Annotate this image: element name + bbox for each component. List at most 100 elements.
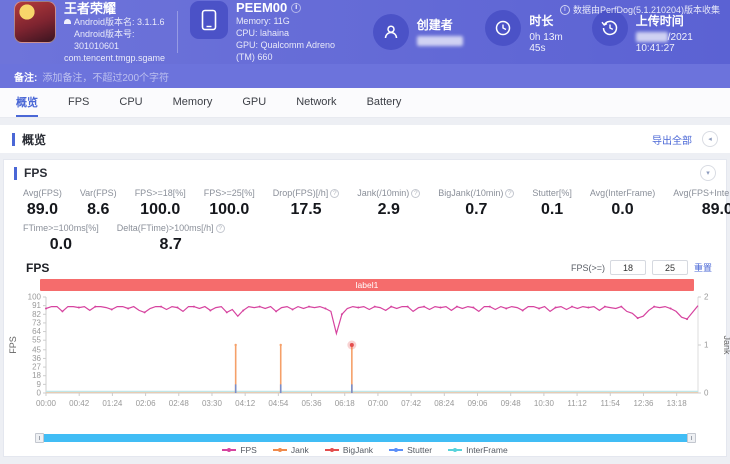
stat-value: 17.5 <box>290 201 322 218</box>
stat-value: 0.0 <box>611 201 634 218</box>
svg-text:01:24: 01:24 <box>102 399 123 408</box>
android-version-code: Android版本号: 301010601 <box>74 28 135 51</box>
user-icon <box>372 14 409 50</box>
fps-panel-title: FPS <box>24 166 48 180</box>
note-label: 备注: <box>14 72 38 84</box>
legend-fps[interactable]: FPS <box>222 445 257 455</box>
svg-text:64: 64 <box>32 327 41 336</box>
stat-label: Stutter[%] <box>532 188 572 198</box>
duration-label: 时长 <box>529 14 554 28</box>
svg-text:2: 2 <box>704 293 709 302</box>
device-info-icon[interactable]: i <box>291 3 302 13</box>
duration-value: 0h 13m 45s <box>529 32 563 54</box>
collapse-left-button[interactable]: ◂ <box>702 131 718 147</box>
fps-threshold-input-2[interactable] <box>651 260 688 275</box>
tab-概览[interactable]: 概览 <box>16 88 38 117</box>
stat-label: FPS>=25[%] <box>203 188 255 198</box>
help-icon[interactable]: ? <box>215 223 225 233</box>
fps-stats-row-1: Avg(FPS) 89.0 Var(FPS) 8.6 FPS>=18[%] 100.0 FP… <box>4 186 730 219</box>
tab-cpu[interactable]: CPU <box>119 88 142 117</box>
legend-label: Jank <box>290 445 309 455</box>
source-note-text: 数据由PerfDog(5.1.210204)版本收集 <box>572 5 720 15</box>
stat-label: Avg(FPS) <box>23 188 62 198</box>
stat-label: FTime>=100ms[%] <box>23 223 99 233</box>
svg-text:05:36: 05:36 <box>302 399 323 408</box>
legend-marker-icon <box>272 448 287 452</box>
svg-text:08:24: 08:24 <box>434 399 455 408</box>
reset-link[interactable]: 重置 <box>694 261 712 274</box>
note-bar[interactable]: 备注: 添加备注，不超过200个字符 <box>0 64 730 88</box>
creator-label: 创建者 <box>416 18 453 32</box>
android-version-name: Android版本名: 3.1.1.6 <box>74 16 165 27</box>
legend-label: InterFrame <box>466 445 508 455</box>
stat-label: FPS>=18[%] <box>134 188 186 198</box>
svg-text:9: 9 <box>37 380 42 389</box>
svg-text:11:54: 11:54 <box>601 399 621 408</box>
tab-gpu[interactable]: GPU <box>242 88 266 117</box>
legend-bigjank[interactable]: BigJank <box>324 445 373 455</box>
fps-chart[interactable]: 09182736455564738291100012FPS Jank00:00 00… <box>4 291 730 427</box>
stat-avg-fps-interframe-: Avg(FPS+InterFrame) 89.0 <box>664 188 730 219</box>
help-icon[interactable]: ? <box>411 188 421 198</box>
svg-text:07:00: 07:00 <box>368 399 389 408</box>
chart-legend: FPS Jank BigJank Stutter InterFrame <box>4 445 726 455</box>
game-title: 王者荣耀 <box>64 0 117 16</box>
svg-text:45: 45 <box>32 345 41 354</box>
label1-band[interactable]: label1 <box>40 279 694 291</box>
svg-text:1: 1 <box>704 341 709 350</box>
export-all-link[interactable]: 导出全部 <box>652 132 692 147</box>
stat-jank-10min-: Jank(/10min)? 2.9 <box>348 188 429 219</box>
help-icon[interactable]: ? <box>330 188 340 198</box>
svg-text:55: 55 <box>32 336 41 345</box>
section-accent <box>12 132 15 146</box>
svg-text:12:36: 12:36 <box>633 399 654 408</box>
stat-fps-25-: FPS>=25[%] 100.0 <box>195 188 264 219</box>
tab-network[interactable]: Network <box>296 88 336 117</box>
android-icon <box>64 19 71 24</box>
creator-group: 创建者 <box>372 14 463 50</box>
stat-stutter-: Stutter[%] 0.1 <box>523 188 581 219</box>
overview-title: 概览 <box>22 132 47 147</box>
svg-text:03:30: 03:30 <box>202 399 223 408</box>
legend-marker-icon <box>448 448 463 452</box>
stat-fps-18-: FPS>=18[%] 100.0 <box>126 188 195 219</box>
fps-threshold-input-1[interactable] <box>609 260 646 275</box>
stat-drop-fps-h-: Drop(FPS)[/h]? 17.5 <box>264 188 349 219</box>
collapse-down-button[interactable]: ▾ <box>700 165 716 181</box>
svg-text:02:06: 02:06 <box>136 399 157 408</box>
scrollbar-right-handle[interactable] <box>687 433 696 443</box>
tab-battery[interactable]: Battery <box>367 88 402 117</box>
stat-value: 2.9 <box>377 201 400 218</box>
chart-range-scrollbar[interactable] <box>35 433 696 443</box>
legend-stutter[interactable]: Stutter <box>389 445 432 455</box>
help-icon[interactable]: ? <box>505 188 515 198</box>
svg-text:00:00: 00:00 <box>36 399 57 408</box>
svg-text:04:54: 04:54 <box>268 399 289 408</box>
label1-text: label1 <box>355 280 379 290</box>
tab-fps[interactable]: FPS <box>68 88 89 117</box>
main-tabs: 概览 FPS CPU Memory GPU Network Battery <box>0 88 730 118</box>
legend-interframe[interactable]: InterFrame <box>448 445 508 455</box>
device-memory: Memory: 11G <box>235 16 290 26</box>
svg-text:02:48: 02:48 <box>169 399 190 408</box>
duration-group: 时长 0h 13m 45s <box>485 10 569 54</box>
device-name: PEEM00 <box>235 0 288 15</box>
stat-label: Avg(InterFrame) <box>589 188 656 198</box>
creator-name-redacted <box>416 36 463 47</box>
stat-label: Avg(FPS+InterFrame) <box>673 188 730 198</box>
data-source-note: i 数据由PerfDog(5.1.210204)版本收集 <box>559 3 720 16</box>
legend-jank[interactable]: Jank <box>272 445 309 455</box>
stat-value: 89.0 <box>701 201 730 218</box>
stat-value: 89.0 <box>26 201 58 218</box>
app-header: i 数据由PerfDog(5.1.210204)版本收集 王者荣耀 Androi… <box>0 0 730 64</box>
app-info-group: 王者荣耀 Android版本名: 3.1.1.6 Android版本号: 301… <box>14 0 165 64</box>
header-divider <box>177 11 178 53</box>
fps-threshold-label: FPS(>=) <box>570 262 605 273</box>
tab-memory[interactable]: Memory <box>173 88 213 117</box>
svg-text:36: 36 <box>32 354 41 363</box>
legend-marker-icon <box>389 448 404 452</box>
scrollbar-left-handle[interactable] <box>35 433 44 443</box>
svg-text:18: 18 <box>32 371 41 380</box>
phone-icon <box>189 1 228 39</box>
stat-value: 100.0 <box>140 201 181 218</box>
